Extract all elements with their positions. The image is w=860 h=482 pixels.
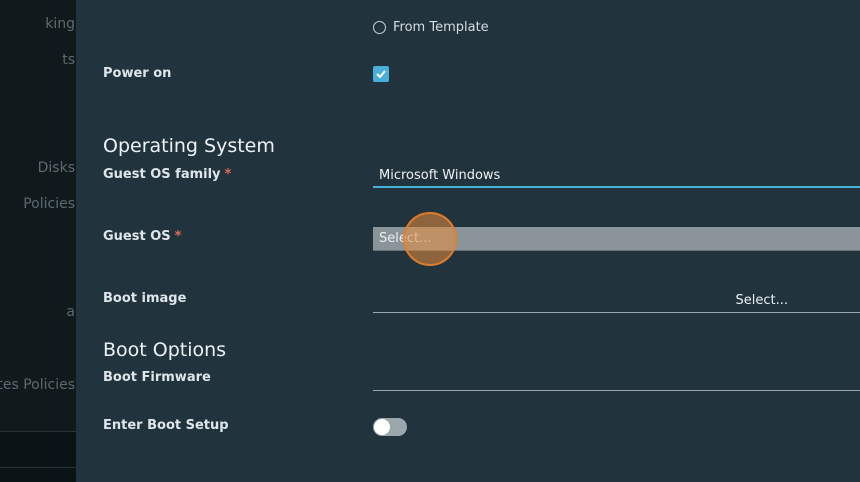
toggle-knob xyxy=(374,419,390,435)
power-on-checkbox[interactable] xyxy=(373,66,389,82)
from-template-radio[interactable] xyxy=(373,21,386,34)
nav-item-disks[interactable]: Disks xyxy=(38,160,75,176)
boot-firmware-select[interactable] xyxy=(373,367,860,391)
enter-boot-setup-toggle[interactable] xyxy=(373,418,407,436)
guest-os-select[interactable]: Select... xyxy=(373,227,860,251)
nav-item-networking[interactable]: king xyxy=(45,16,75,32)
power-on-label: Power on xyxy=(103,66,172,81)
boot-section-title: Boot Options xyxy=(103,339,227,361)
os-section-title: Operating System xyxy=(103,135,275,157)
left-navigation: king ts Disks Policies a tes Policies xyxy=(0,0,76,482)
guest-os-family-label: Guest OS family * xyxy=(103,167,231,182)
from-template-label: From Template xyxy=(393,20,489,35)
guest-os-label-text: Guest OS xyxy=(103,229,171,244)
guest-os-family-select[interactable]: Microsoft Windows xyxy=(373,164,860,188)
nav-divider xyxy=(0,467,76,468)
boot-firmware-label: Boot Firmware xyxy=(103,370,211,385)
from-template-option[interactable]: From Template xyxy=(373,20,489,35)
vm-settings-panel: From Template Power on Operating System … xyxy=(76,0,860,482)
boot-image-label: Boot image xyxy=(103,291,187,306)
required-marker: * xyxy=(224,167,232,182)
nav-item-tes-policies[interactable]: tes Policies xyxy=(0,377,75,393)
enter-boot-setup-label: Enter Boot Setup xyxy=(103,418,229,433)
guest-os-label: Guest OS * xyxy=(103,229,181,244)
nav-item-ts[interactable]: ts xyxy=(62,52,75,68)
required-marker: * xyxy=(174,229,182,244)
guest-os-family-label-text: Guest OS family xyxy=(103,167,221,182)
nav-footer xyxy=(0,431,76,482)
nav-item-policies[interactable]: Policies xyxy=(23,196,75,212)
boot-image-select[interactable]: Select... xyxy=(373,289,860,313)
checkmark-icon xyxy=(376,70,386,78)
nav-item-a[interactable]: a xyxy=(66,304,75,320)
